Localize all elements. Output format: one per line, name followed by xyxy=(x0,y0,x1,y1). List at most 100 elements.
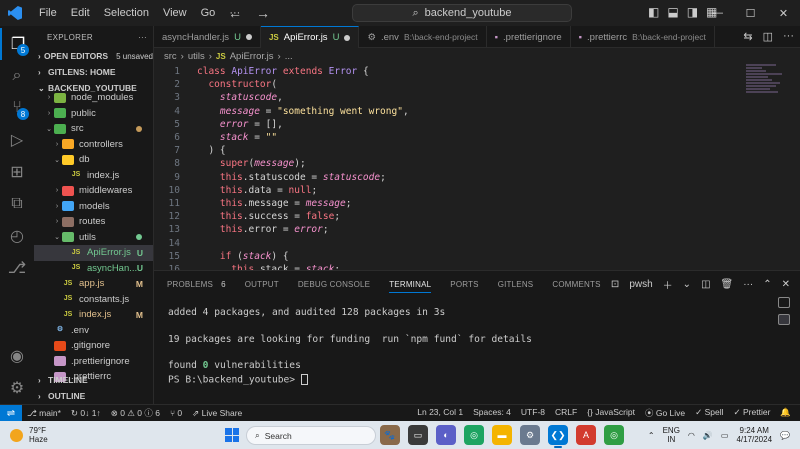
tree-item[interactable]: › models xyxy=(34,199,153,215)
remote-explorer-icon[interactable]: ⧉ xyxy=(0,188,34,220)
forward-arrow-icon[interactable]: → xyxy=(256,5,270,21)
live-share[interactable]: ⇗ Live Share xyxy=(187,408,247,419)
tree-item[interactable]: JS constants.js xyxy=(34,292,153,308)
outline-section[interactable]: › OUTLINE xyxy=(34,388,153,404)
tree-item[interactable]: › public xyxy=(34,106,153,122)
close-panel-icon[interactable]: ✕ xyxy=(782,279,790,290)
tab-asynchandler[interactable]: asyncHandler.js U xyxy=(154,26,261,48)
tree-item[interactable]: › node_modules xyxy=(34,90,153,106)
source-control-icon[interactable]: ⑂ 8 xyxy=(0,92,34,124)
close-button[interactable]: ✕ xyxy=(767,0,800,26)
menu-view[interactable]: View xyxy=(156,7,194,19)
minimap[interactable] xyxy=(746,64,788,104)
split-editor-icon[interactable]: ◫ xyxy=(763,30,773,43)
toggle-panel-icon[interactable]: ⬓ xyxy=(667,5,678,19)
ports-status[interactable]: ⑂ 0 xyxy=(165,408,187,418)
search-highlight-icon[interactable]: 🐾 xyxy=(380,425,400,445)
settings-icon[interactable]: ⚙ xyxy=(520,425,540,445)
remote-indicator-icon[interactable]: ⇌ xyxy=(0,404,22,422)
tree-item[interactable]: ⚙ .env xyxy=(34,323,153,339)
tab-problems[interactable]: PROBLEMS 6 xyxy=(167,280,226,289)
maximize-button[interactable]: ☐ xyxy=(734,0,767,26)
breadcrumb-src[interactable]: src xyxy=(164,51,177,62)
task-view-icon[interactable]: ▭ xyxy=(408,425,428,445)
tree-item[interactable]: JS ApiError.js U xyxy=(34,245,153,261)
teams-icon[interactable]: ◐ xyxy=(436,425,456,445)
taskbar-search[interactable]: ⌕ Search xyxy=(246,426,376,445)
settings-gear-icon[interactable]: ⚙ xyxy=(0,372,34,404)
toggle-secondary-sidebar-icon[interactable]: ◨ xyxy=(687,5,698,19)
bell-icon[interactable]: 🔔 xyxy=(775,407,796,419)
split-terminal-icon[interactable]: ◫ xyxy=(701,279,710,290)
prettier-status[interactable]: ✓ Prettier xyxy=(729,407,776,419)
tree-item[interactable]: .gitignore xyxy=(34,338,153,354)
gitlens-icon[interactable]: ⎇ xyxy=(0,252,34,284)
tree-item[interactable]: › controllers xyxy=(34,137,153,153)
breadcrumb-file[interactable]: ApiError.js xyxy=(230,51,274,62)
maximize-panel-icon[interactable]: ⌃ xyxy=(763,279,771,290)
tab-prettierignore[interactable]: ▪ .prettierignore xyxy=(487,26,571,48)
tree-item[interactable]: JS index.js M xyxy=(34,307,153,323)
minimize-button[interactable]: — xyxy=(701,0,734,26)
chrome-profile-icon[interactable]: ◎ xyxy=(604,425,624,445)
tab-comments[interactable]: COMMENTS xyxy=(552,280,600,289)
open-editors-section[interactable]: › OPEN EDITORS 5 unsaved xyxy=(34,48,153,64)
problems-status[interactable]: ⊗ 0 ⚠ 0 ⓘ 6 xyxy=(106,407,165,419)
clock[interactable]: 9:24 AM 4/17/2024 xyxy=(736,426,772,444)
tab-env[interactable]: ⚙ .env B:\back-end-project xyxy=(359,26,487,48)
compare-icon[interactable]: ⇆ xyxy=(743,30,752,43)
language-indicator[interactable]: ENG IN xyxy=(663,426,680,444)
account-icon[interactable]: ◉ xyxy=(0,340,34,372)
terminal-shell-label[interactable]: pwsh xyxy=(629,279,652,290)
git-branch[interactable]: ⎇ main* xyxy=(22,408,66,419)
menu-go[interactable]: Go xyxy=(194,7,223,19)
tab-prettierrc[interactable]: ▪ .prettierrc B:\back-end-project xyxy=(571,26,715,48)
more-actions-icon[interactable]: ··· xyxy=(743,279,753,290)
language-mode[interactable]: {} JavaScript xyxy=(582,407,640,419)
tree-item[interactable]: ⌄ src xyxy=(34,121,153,137)
vscode-taskbar-icon[interactable]: ❮❯ xyxy=(548,425,568,448)
tree-item[interactable]: ⌄ utils xyxy=(34,230,153,246)
tree-item[interactable]: JS index.js xyxy=(34,168,153,184)
breadcrumb-symbol[interactable]: ... xyxy=(285,51,293,62)
encoding[interactable]: UTF-8 xyxy=(516,407,550,419)
tab-output[interactable]: OUTPUT xyxy=(245,280,279,289)
menu-file[interactable]: File xyxy=(32,7,64,19)
gitlens-home-section[interactable]: › GITLENS: HOME xyxy=(34,64,153,80)
tree-item[interactable]: › middlewares xyxy=(34,183,153,199)
extensions-icon[interactable]: ⊞ xyxy=(0,156,34,188)
new-terminal-icon[interactable]: ＋ xyxy=(663,277,673,292)
cursor-position[interactable]: Ln 23, Col 1 xyxy=(412,407,468,419)
menu-selection[interactable]: Selection xyxy=(97,7,156,19)
tree-item[interactable]: JS asyncHan... U xyxy=(34,261,153,277)
chevron-down-icon[interactable]: ⌄ xyxy=(683,279,691,290)
terminal-instance-icon[interactable] xyxy=(778,297,790,308)
tab-terminal[interactable]: TERMINAL xyxy=(389,280,432,293)
menu-edit[interactable]: Edit xyxy=(64,7,97,19)
timeline-icon[interactable]: ◴ xyxy=(0,220,34,252)
terminal-output[interactable]: added 4 packages, and audited 128 packag… xyxy=(154,297,800,387)
run-debug-icon[interactable]: ▷ xyxy=(0,124,34,156)
timeline-section[interactable]: › TIMELINE xyxy=(34,372,153,388)
spell-check[interactable]: ✓ Spell xyxy=(690,407,728,419)
notification-icon[interactable]: 💬 xyxy=(780,431,790,440)
tab-gitlens[interactable]: GITLENS xyxy=(498,280,534,289)
code-editor[interactable]: 1 class ApiError extends Error {2 constru… xyxy=(154,64,800,270)
wifi-icon[interactable]: ◠ xyxy=(688,431,695,440)
chevron-up-icon[interactable]: ⌃ xyxy=(648,431,655,440)
line-ending[interactable]: CRLF xyxy=(550,407,582,419)
tree-item[interactable]: › routes xyxy=(34,214,153,230)
tab-apierror[interactable]: JS ApiError.js U xyxy=(260,26,360,48)
battery-icon[interactable]: ▭ xyxy=(721,431,729,440)
chrome-icon[interactable]: ◎ xyxy=(464,425,484,445)
tree-item[interactable]: .prettierignore xyxy=(34,354,153,370)
back-arrow-icon[interactable]: ← xyxy=(228,5,242,21)
more-actions-icon[interactable]: ··· xyxy=(783,30,794,43)
tree-item[interactable]: ⌄ db xyxy=(34,152,153,168)
toggle-sidebar-icon[interactable]: ◧ xyxy=(648,5,659,19)
windows-start-icon[interactable] xyxy=(225,428,239,442)
pdf-reader-icon[interactable]: A xyxy=(576,425,596,445)
explorer-icon[interactable]: ❐ 5 xyxy=(0,28,34,60)
file-explorer-icon[interactable]: ▬ xyxy=(492,425,512,445)
git-sync[interactable]: ↻ 0↓ 1↑ xyxy=(66,408,106,419)
